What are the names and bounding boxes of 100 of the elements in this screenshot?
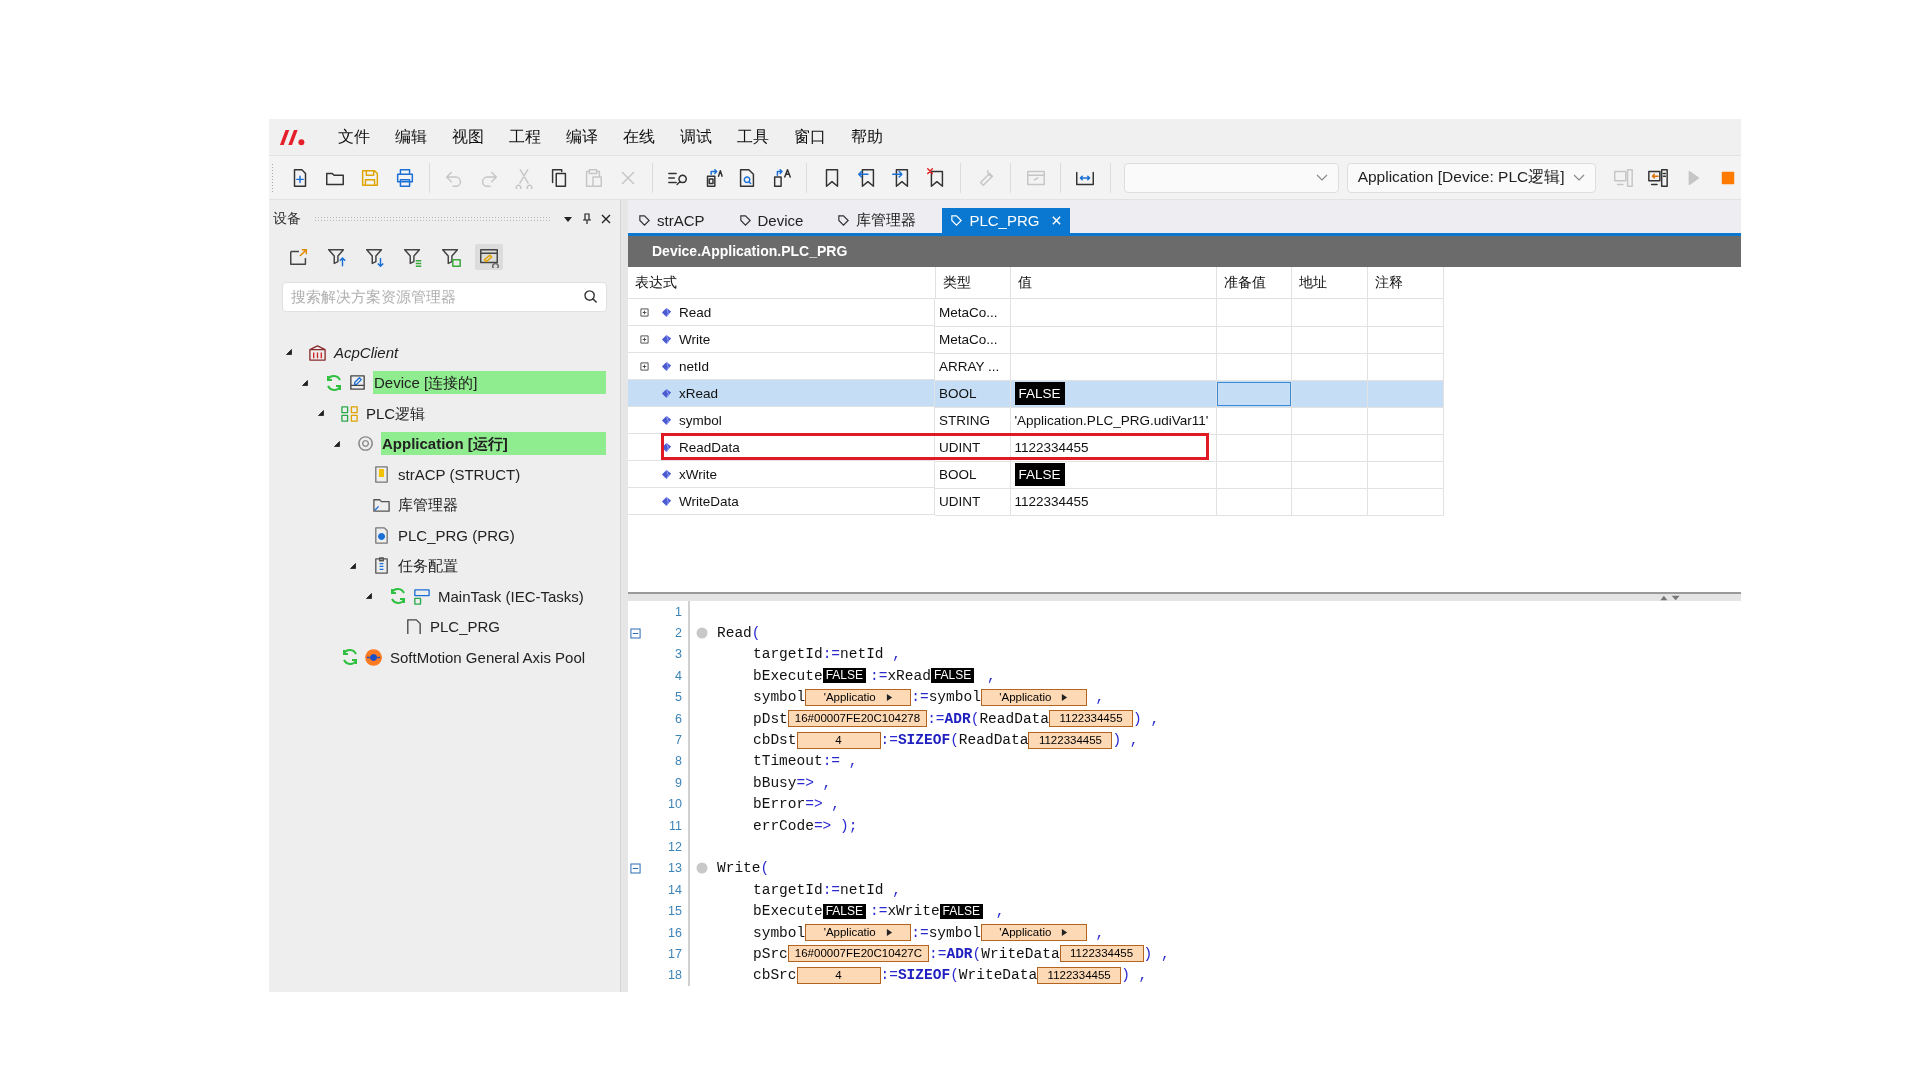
expand-toggle[interactable]: [316, 408, 326, 419]
triangle-icon: [1061, 928, 1069, 938]
variable-icon: [661, 333, 672, 345]
triangle-icon: [885, 692, 893, 702]
column-header[interactable]: 地址: [1291, 267, 1367, 299]
expand-icon[interactable]: [639, 334, 649, 344]
line-number: 9: [675, 775, 683, 790]
table-row[interactable]: xWrite BOOL FALSE: [628, 461, 1443, 488]
variable-name: symbol: [679, 412, 722, 428]
panel-tool-button[interactable]: [475, 244, 503, 270]
tree-item[interactable]: Application [运行]: [381, 432, 606, 456]
menu-item[interactable]: 视图: [452, 126, 484, 148]
code-text: ,: [891, 881, 901, 898]
table-row[interactable]: xRead BOOL FALSE: [628, 380, 1443, 407]
computer-arrow-icon: [1647, 166, 1670, 189]
editor-tab[interactable]: PLC_PRG: [942, 208, 1071, 233]
editor-tab[interactable]: 库管理器: [829, 208, 943, 233]
monitor-field[interactable]: 'Applicatio: [980, 924, 1087, 942]
table-row[interactable]: ReadData UDINT 1122334455: [628, 434, 1443, 461]
menu-item[interactable]: 编译: [566, 126, 598, 148]
code-text: ADR: [946, 945, 973, 962]
code-text: symbol: [753, 924, 806, 941]
code-text: :=: [911, 689, 929, 706]
tree-item[interactable]: PLC_PRG (PRG): [397, 523, 606, 547]
line-number: 13: [668, 861, 683, 876]
code-text: netId: [840, 881, 884, 898]
monitor-field[interactable]: 'Applicatio: [980, 688, 1087, 706]
tree-item[interactable]: SoftMotion General Axis Pool: [389, 645, 606, 669]
tree-item[interactable]: 库管理器: [397, 493, 606, 517]
table-cell: ARRAY ...: [935, 353, 1010, 380]
column-header[interactable]: 表达式: [628, 267, 935, 299]
line-number: 10: [668, 797, 683, 812]
expand-toggle[interactable]: [348, 560, 358, 571]
menu-item[interactable]: 工程: [509, 126, 541, 148]
monitor-field[interactable]: 1122334455: [1028, 731, 1113, 749]
column-header[interactable]: 值: [1010, 267, 1216, 299]
dropdown-field[interactable]: [1123, 162, 1339, 193]
value-text: 'Application.PLC_PRG.udiVar11': [1014, 413, 1209, 428]
monitor-field[interactable]: 16#00007FE20C10427C: [787, 945, 930, 963]
tree-item[interactable]: 任务配置: [397, 554, 606, 578]
tree-item[interactable]: PLC_PRG: [429, 615, 606, 639]
code-text: (: [950, 967, 959, 984]
menu-item[interactable]: 编辑: [395, 126, 427, 148]
expand-icon[interactable]: [639, 307, 649, 317]
code-text: :=: [929, 945, 947, 962]
monitor-field[interactable]: 1122334455: [1049, 710, 1133, 728]
code-text: :=: [870, 903, 888, 920]
editor-tab[interactable]: strACP: [630, 208, 731, 233]
code-text: bExecute: [753, 667, 823, 684]
menu-item[interactable]: 工具: [737, 126, 769, 148]
monitor-field[interactable]: 4: [796, 731, 881, 749]
table-cell: MetaCo...: [935, 326, 1010, 353]
prepared-value-field[interactable]: [1216, 381, 1291, 406]
value-text: 1122334455: [1014, 494, 1089, 509]
table-row[interactable]: Read MetaCo...: [628, 298, 1443, 326]
collapse-icon[interactable]: [630, 627, 641, 639]
tag-icon: [837, 214, 851, 227]
value-text: 1122334455: [1014, 440, 1089, 455]
search-field[interactable]: 搜索解决方案资源管理器: [282, 282, 607, 312]
tree-item[interactable]: AcpClient: [333, 340, 606, 364]
menu-item[interactable]: 帮助: [851, 126, 883, 148]
expand-toggle[interactable]: [300, 377, 310, 388]
expand-toggle[interactable]: [332, 438, 342, 449]
close-icon[interactable]: [600, 213, 612, 225]
splitter-arrows-icon[interactable]: [1659, 594, 1681, 601]
column-header[interactable]: 准备值: [1216, 267, 1291, 299]
tree-item[interactable]: MainTask (IEC-Tasks): [437, 584, 606, 608]
tree-item[interactable]: Device [连接的]: [373, 371, 606, 395]
application-dropdown[interactable]: Application [Device: PLC逻辑]: [1346, 162, 1597, 193]
code-text: targetId: [753, 646, 823, 663]
monitor-field[interactable]: 'Applicatio: [805, 688, 912, 706]
code-text: (: [751, 625, 761, 642]
table-row[interactable]: Write MetaCo...: [628, 326, 1443, 353]
code-text: tTimeout: [753, 753, 823, 770]
menu-item[interactable]: 调试: [680, 126, 712, 148]
menu-item[interactable]: 窗口: [794, 126, 826, 148]
variable-name: xWrite: [679, 466, 717, 482]
menu-item[interactable]: 在线: [623, 126, 655, 148]
column-header[interactable]: 类型: [935, 267, 1010, 299]
menu-item[interactable]: 文件: [338, 126, 370, 148]
expand-toggle[interactable]: [364, 591, 374, 602]
table-row[interactable]: WriteData UDINT 1122334455: [628, 488, 1443, 515]
monitor-field[interactable]: 4: [796, 966, 881, 984]
monitor-field[interactable]: 16#00007FE20C104278: [787, 710, 928, 728]
monitor-field[interactable]: 'Applicatio: [805, 924, 912, 942]
table-cell: BOOL: [935, 380, 1010, 407]
expand-toggle[interactable]: [284, 347, 294, 358]
editor-tab[interactable]: Device: [730, 208, 830, 233]
column-header[interactable]: 注释: [1367, 267, 1443, 299]
tree-item[interactable]: PLC逻辑: [365, 401, 606, 425]
code-text: ,: [1128, 732, 1139, 749]
monitor-field[interactable]: 1122334455: [1037, 966, 1122, 984]
monitor-field[interactable]: 1122334455: [1059, 945, 1144, 963]
pin-icon[interactable]: [581, 213, 593, 225]
collapse-icon[interactable]: [630, 862, 641, 874]
table-row[interactable]: symbol STRING 'Application.PLC_PRG.udiVar11': [628, 407, 1443, 434]
tree-item[interactable]: strACP (STRUCT): [397, 462, 606, 486]
bool-value: FALSE: [930, 668, 975, 684]
code-text: => ,: [805, 796, 841, 813]
expand-icon[interactable]: [639, 361, 649, 371]
